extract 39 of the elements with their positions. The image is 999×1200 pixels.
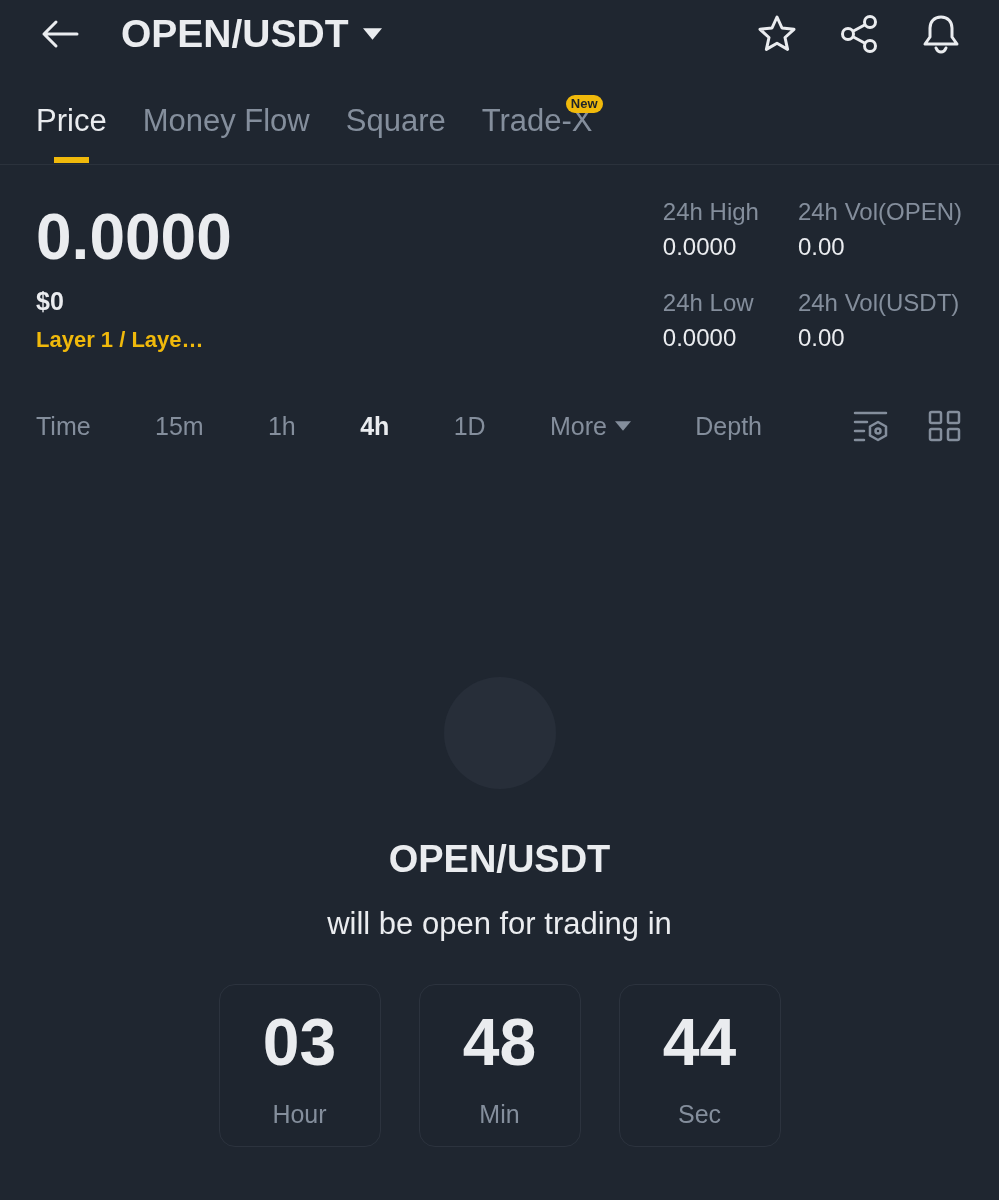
countdown-unit: Min — [479, 1099, 520, 1129]
fiat-price: $0 — [36, 286, 64, 316]
countdown-message: will be open for trading in — [327, 906, 672, 942]
stat-value: 0.00 — [797, 232, 846, 262]
stat-value: 0.0000 — [662, 232, 738, 262]
stat-label: 24h Vol(USDT) — [797, 288, 961, 318]
more-dropdown[interactable]: More — [549, 410, 631, 442]
grid-layout-icon[interactable] — [928, 410, 961, 442]
interval-tab[interactable]: 1D — [453, 410, 486, 442]
caret-icon — [362, 28, 382, 40]
chart-settings-icon[interactable] — [853, 410, 888, 442]
share-icon[interactable] — [839, 14, 879, 54]
countdown-value: 03 — [262, 1009, 337, 1075]
interval-tab[interactable]: 4h — [360, 410, 390, 442]
category-link[interactable]: Layer 1 / Laye… — [36, 326, 204, 354]
countdown-unit: Sec — [677, 1099, 722, 1129]
star-icon[interactable] — [757, 14, 797, 54]
pair-selector[interactable]: OPEN/USDT — [121, 11, 382, 57]
new-badge: New — [565, 95, 603, 113]
stat-label: 24h Low — [662, 288, 755, 318]
caret-icon — [614, 421, 631, 431]
back-arrow-icon[interactable] — [41, 19, 79, 49]
countdown-value: 48 — [462, 1009, 537, 1075]
countdown-value: 44 — [662, 1009, 737, 1075]
tab[interactable]: Money Flow — [142, 68, 310, 163]
interval-tab[interactable]: 15m — [155, 410, 204, 442]
interval-tab[interactable]: Depth — [695, 410, 762, 442]
tab[interactable]: Price — [36, 68, 107, 163]
tab[interactable]: Square — [345, 68, 446, 163]
last-price: 0.0000 — [36, 205, 232, 269]
stat-value: 0.00 — [797, 323, 846, 353]
stat-value: 0.0000 — [662, 323, 738, 353]
pair-name: OPEN/USDT — [388, 837, 611, 881]
bell-icon[interactable] — [921, 14, 961, 54]
countdown-unit: Hour — [272, 1099, 327, 1129]
stat-label: 24h High — [662, 197, 759, 227]
interval-tab[interactable]: Time — [36, 410, 91, 442]
stat-label: 24h Vol(OPEN) — [797, 197, 962, 227]
interval-tab[interactable]: 1h — [267, 410, 296, 442]
